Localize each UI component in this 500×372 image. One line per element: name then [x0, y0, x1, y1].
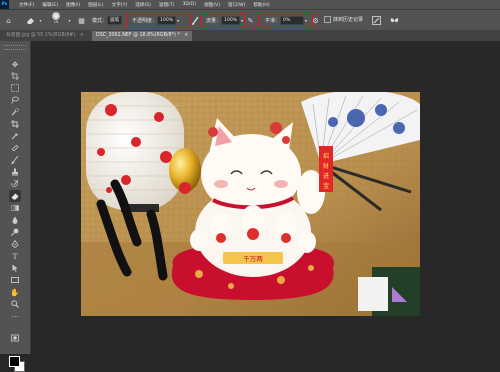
brush-size-picker[interactable]: 19: [52, 12, 60, 24]
svg-text:进: 进: [323, 172, 329, 180]
pressure-size-icon[interactable]: [372, 16, 381, 25]
airbrush-icon[interactable]: ✎: [246, 16, 255, 25]
pen-tool-icon[interactable]: [9, 238, 21, 250]
menu-3d[interactable]: 3D(D): [178, 2, 200, 7]
crop-tool-icon[interactable]: [9, 118, 21, 130]
erase-to-history-label: 抹到历史记录: [333, 17, 364, 23]
mode-select[interactable]: 画笔: [107, 16, 123, 25]
smooth-highlight-box: [259, 13, 313, 28]
tools-panel: ✥ T ✋ ⋯: [0, 41, 31, 372]
mode-control: 模式： 画笔: [92, 16, 123, 25]
quick-mask-icon[interactable]: [9, 332, 21, 344]
erase-to-history-control[interactable]: 抹到历史记录: [324, 16, 363, 23]
blur-tool-icon[interactable]: [9, 214, 21, 226]
erase-to-history-checkbox[interactable]: [324, 16, 331, 23]
home-icon[interactable]: ⌂: [4, 16, 13, 25]
coin-text: 千万两: [243, 254, 263, 263]
svg-text:宝: 宝: [323, 182, 329, 190]
menu-image[interactable]: 图像(I): [62, 2, 84, 8]
zoom-tool-icon[interactable]: [9, 298, 21, 310]
history-brush-tool-icon[interactable]: [9, 178, 21, 190]
document-tab-bar: 背景图.jpg @ 55.1%(RGB/8#) × DSC_3062.NEF @…: [0, 30, 500, 41]
quick-select-tool-icon[interactable]: [9, 106, 21, 118]
paper-lantern: [86, 92, 184, 212]
tab-background-jpg[interactable]: 背景图.jpg @ 55.1%(RGB/8#) ×: [2, 31, 88, 41]
dodge-tool-icon[interactable]: [9, 226, 21, 238]
tab-label: DSC_3062.NEF @ 18.8%(RGB/8*) *: [96, 33, 180, 38]
tab-label: 背景图.jpg @ 55.1%(RGB/8#): [6, 33, 76, 38]
menu-edit[interactable]: 编辑(E): [38, 2, 62, 8]
photoshop-logo: Ps: [0, 0, 9, 9]
path-select-tool-icon[interactable]: [9, 262, 21, 274]
menu-layer[interactable]: 图层(L): [84, 2, 107, 8]
lasso-tool-icon[interactable]: [9, 94, 21, 106]
marquee-tool-icon[interactable]: [9, 82, 21, 94]
healing-brush-tool-icon[interactable]: [9, 142, 21, 154]
menu-bar: Ps 文件(F) 编辑(E) 图像(I) 图层(L) 文字(Y) 选择(S) 滤…: [0, 0, 500, 9]
eraser-tool-icon[interactable]: [9, 190, 21, 202]
menu-select[interactable]: 选择(S): [131, 2, 155, 8]
close-icon[interactable]: ×: [184, 33, 188, 38]
smoothing-options-gear-icon[interactable]: ⚙: [311, 16, 320, 25]
hand-tool-icon[interactable]: ✋: [9, 286, 21, 298]
brush-size-value: 19: [53, 20, 59, 24]
mode-label: 模式：: [92, 18, 108, 24]
pressure-opacity-icon[interactable]: [191, 16, 200, 25]
eraser-preset-icon[interactable]: [26, 16, 35, 25]
symmetry-butterfly-icon[interactable]: [390, 16, 399, 25]
more-tools-icon[interactable]: ⋯: [9, 310, 21, 322]
panel-grip[interactable]: [4, 45, 26, 50]
foreground-color-swatch[interactable]: [9, 356, 20, 367]
brush-picker-chevron-icon[interactable]: ▾: [65, 16, 74, 25]
clone-stamp-tool-icon[interactable]: [9, 166, 21, 178]
opacity-highlight-box: [127, 13, 191, 28]
tab-dsc-3062[interactable]: DSC_3062.NEF @ 18.8%(RGB/8*) * ×: [92, 31, 193, 41]
white-canvas-patch: [358, 277, 388, 311]
menu-filter[interactable]: 滤镜(T): [155, 2, 179, 8]
brush-tip-icon: [52, 12, 60, 20]
gradient-tool-icon[interactable]: [9, 202, 21, 214]
menu-view[interactable]: 视图(V): [200, 2, 224, 8]
type-tool-icon[interactable]: T: [9, 250, 21, 262]
brush-settings-icon[interactable]: ▦: [77, 16, 86, 25]
menu-help[interactable]: 帮助(H): [249, 2, 273, 8]
canvas-area[interactable]: 招 财 进 宝 千万两: [31, 41, 500, 354]
move-tool-icon[interactable]: ✥: [9, 58, 21, 70]
brush-tool-icon[interactable]: [9, 154, 21, 166]
svg-text:招: 招: [323, 152, 329, 160]
menu-type[interactable]: 文字(Y): [108, 2, 132, 8]
svg-text:财: 财: [323, 162, 329, 170]
menu-window[interactable]: 窗口(W): [224, 2, 249, 8]
artboard-tool-icon[interactable]: [9, 70, 21, 82]
close-icon[interactable]: ×: [80, 33, 84, 38]
rectangle-tool-icon[interactable]: [9, 274, 21, 286]
menu-file[interactable]: 文件(F): [15, 2, 38, 8]
options-bar: ⌂ ▾ 19 ▾ ▦ 模式： 画笔 不透明度： 100% ▾ 流量： 100% …: [0, 9, 500, 31]
flow-highlight-box: [201, 13, 245, 28]
chevron-down-icon[interactable]: ▾: [36, 16, 45, 25]
eyedropper-tool-icon[interactable]: [9, 130, 21, 142]
